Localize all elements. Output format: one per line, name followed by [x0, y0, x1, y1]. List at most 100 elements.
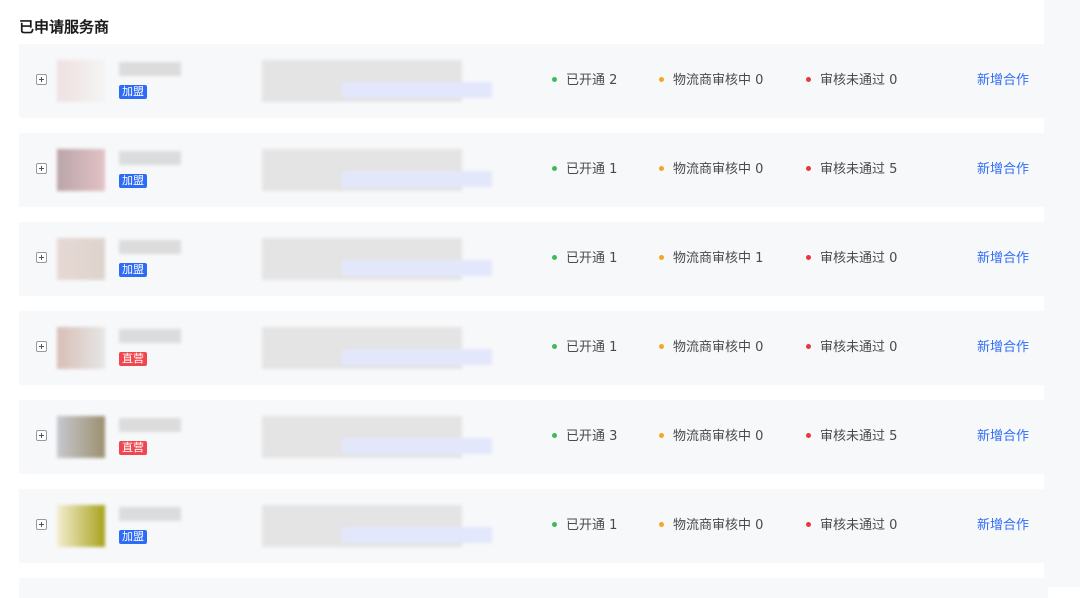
status-dot-icon — [806, 433, 811, 438]
add-cooperation-button[interactable]: 新增合作 — [977, 162, 1029, 178]
status-dot-icon — [552, 344, 557, 349]
provider-card-partial — [19, 578, 1048, 598]
provider-logo — [57, 60, 105, 102]
status-count: 1 — [755, 251, 764, 266]
status-dot-icon — [659, 255, 664, 260]
provider-type-badge: 直营 — [119, 441, 147, 455]
status-opened: 已开通 1 — [552, 518, 617, 534]
expand-plus-icon[interactable] — [36, 252, 47, 263]
status-dot-icon — [552, 166, 557, 171]
provider-name-redacted — [119, 329, 181, 343]
status-count: 0 — [755, 73, 764, 88]
status-under-review: 物流商审核中 0 — [659, 73, 763, 89]
expand-plus-icon[interactable] — [36, 74, 47, 85]
status-count: 3 — [609, 429, 618, 444]
provider-name-redacted — [119, 507, 181, 521]
status-rejected: 审核未通过 0 — [806, 251, 897, 267]
provider-type-badge: 直营 — [119, 352, 147, 366]
status-opened: 已开通 3 — [552, 429, 617, 445]
status-under-review: 物流商审核中 0 — [659, 162, 763, 178]
expand-plus-icon[interactable] — [36, 163, 47, 174]
provider-link-redacted — [342, 438, 492, 454]
status-dot-icon — [552, 255, 557, 260]
status-count: 0 — [889, 73, 898, 88]
status-count: 0 — [889, 251, 898, 266]
status-label: 物流商审核中 — [673, 340, 756, 355]
expand-plus-icon[interactable] — [36, 341, 47, 352]
section-title: 已申请服务商 — [19, 18, 110, 36]
add-cooperation-button[interactable]: 新增合作 — [977, 429, 1029, 445]
status-count: 0 — [755, 340, 764, 355]
status-label: 已开通 — [566, 518, 610, 533]
status-label: 审核未通过 — [820, 73, 890, 88]
add-cooperation-button[interactable]: 新增合作 — [977, 340, 1029, 356]
status-count: 0 — [755, 162, 764, 177]
provider-logo — [57, 416, 105, 458]
status-under-review: 物流商审核中 0 — [659, 429, 763, 445]
right-panel-strip — [1044, 0, 1080, 587]
status-label: 物流商审核中 — [673, 429, 756, 444]
provider-logo — [57, 238, 105, 280]
provider-card: 加盟 已开通 1 物流商审核中 0 审核未通过 0 新增合作 — [19, 489, 1048, 563]
add-cooperation-button[interactable]: 新增合作 — [977, 251, 1029, 267]
provider-type-badge: 加盟 — [119, 85, 147, 99]
provider-link-redacted — [342, 82, 492, 98]
status-rejected: 审核未通过 0 — [806, 340, 897, 356]
status-label: 物流商审核中 — [673, 251, 756, 266]
provider-card: 加盟 已开通 2 物流商审核中 0 审核未通过 0 新增合作 — [19, 44, 1048, 118]
add-cooperation-button[interactable]: 新增合作 — [977, 518, 1029, 534]
status-count: 5 — [889, 429, 898, 444]
status-rejected: 审核未通过 0 — [806, 73, 897, 89]
status-label: 已开通 — [566, 340, 610, 355]
expand-plus-icon[interactable] — [36, 430, 47, 441]
provider-name-redacted — [119, 418, 181, 432]
status-label: 已开通 — [566, 429, 610, 444]
provider-logo — [57, 149, 105, 191]
provider-link-redacted — [342, 171, 492, 187]
status-label: 物流商审核中 — [673, 162, 756, 177]
status-rejected: 审核未通过 5 — [806, 429, 897, 445]
provider-name-redacted — [119, 240, 181, 254]
status-count: 1 — [609, 162, 618, 177]
status-label: 已开通 — [566, 73, 610, 88]
provider-card: 加盟 已开通 1 物流商审核中 1 审核未通过 0 新增合作 — [19, 222, 1048, 296]
status-count: 0 — [889, 340, 898, 355]
status-dot-icon — [659, 522, 664, 527]
status-dot-icon — [552, 77, 557, 82]
provider-card: 直营 已开通 1 物流商审核中 0 审核未通过 0 新增合作 — [19, 311, 1048, 385]
status-dot-icon — [659, 166, 664, 171]
provider-card: 直营 已开通 3 物流商审核中 0 审核未通过 5 新增合作 — [19, 400, 1048, 474]
status-label: 物流商审核中 — [673, 73, 756, 88]
status-under-review: 物流商审核中 0 — [659, 518, 763, 534]
status-opened: 已开通 1 — [552, 162, 617, 178]
status-count: 0 — [889, 518, 898, 533]
provider-name-redacted — [119, 62, 181, 76]
status-count: 2 — [609, 73, 618, 88]
status-opened: 已开通 1 — [552, 340, 617, 356]
status-label: 审核未通过 — [820, 340, 890, 355]
provider-link-redacted — [342, 260, 492, 276]
provider-type-badge: 加盟 — [119, 263, 147, 277]
provider-list: 加盟 已开通 2 物流商审核中 0 审核未通过 0 新增合作 加盟 已开通 1 物流商审核中 … — [19, 44, 1048, 578]
status-dot-icon — [552, 433, 557, 438]
add-cooperation-button[interactable]: 新增合作 — [977, 73, 1029, 89]
status-label: 已开通 — [566, 251, 610, 266]
expand-plus-icon[interactable] — [36, 519, 47, 530]
status-opened: 已开通 1 — [552, 251, 617, 267]
status-rejected: 审核未通过 5 — [806, 162, 897, 178]
status-under-review: 物流商审核中 0 — [659, 340, 763, 356]
status-label: 已开通 — [566, 162, 610, 177]
provider-logo — [57, 327, 105, 369]
status-dot-icon — [806, 77, 811, 82]
provider-link-redacted — [342, 349, 492, 365]
status-count: 1 — [609, 518, 618, 533]
status-dot-icon — [659, 77, 664, 82]
status-dot-icon — [659, 344, 664, 349]
status-count: 0 — [755, 429, 764, 444]
status-label: 审核未通过 — [820, 251, 890, 266]
status-under-review: 物流商审核中 1 — [659, 251, 763, 267]
status-count: 5 — [889, 162, 898, 177]
provider-logo — [57, 505, 105, 547]
provider-card: 加盟 已开通 1 物流商审核中 0 审核未通过 5 新增合作 — [19, 133, 1048, 207]
provider-type-badge: 加盟 — [119, 174, 147, 188]
